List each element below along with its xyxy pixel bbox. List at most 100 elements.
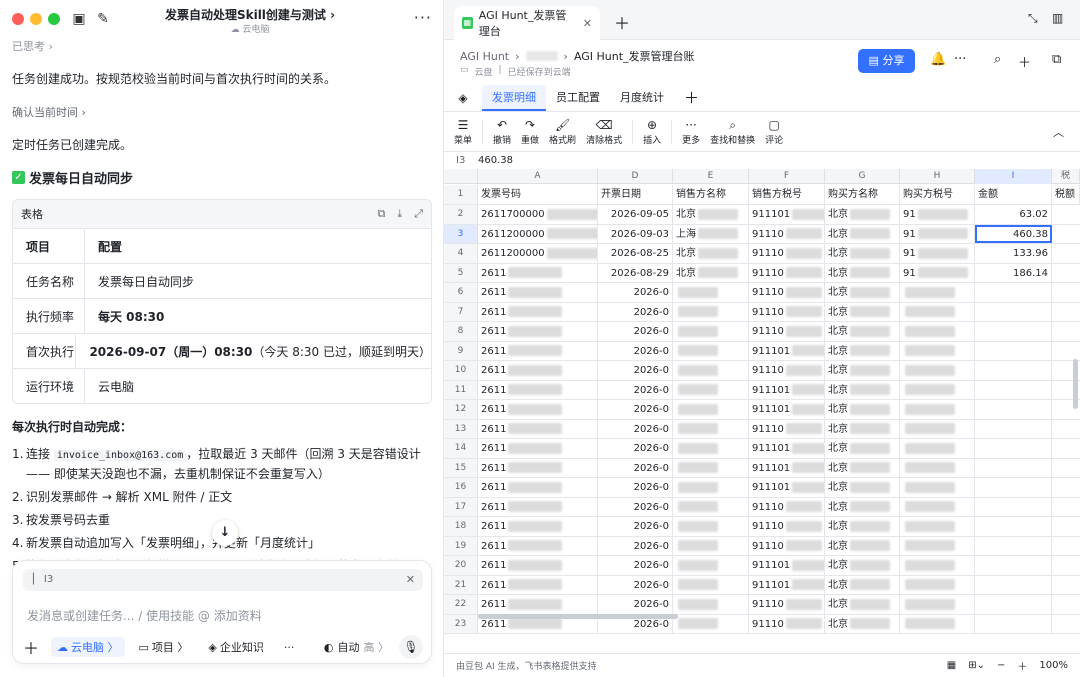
table-cell[interactable] [673,517,749,536]
table-cell[interactable] [900,439,975,458]
insert-button[interactable]: ⊕ 插入 [643,118,661,146]
zoom-window-button[interactable] [48,13,60,25]
table-cell[interactable]: 2026-0 [598,517,673,536]
table-cell[interactable]: 北京 [825,283,900,302]
column-header[interactable]: A [478,169,598,184]
table-cell[interactable] [673,458,749,477]
column-header[interactable]: G [825,169,900,184]
table-cell[interactable]: 91110 [749,283,825,302]
column-header[interactable]: E [673,169,749,184]
table-cell[interactable] [673,536,749,555]
table-cell[interactable]: 北京 [825,556,900,575]
table-cell[interactable]: 91110 [749,302,825,321]
row-number[interactable]: 11 [444,380,478,399]
row-number[interactable]: 18 [444,517,478,536]
table-cell[interactable] [975,575,1052,594]
table-cell[interactable]: 北京 [825,224,900,243]
redo-button[interactable]: ↷ 重做 [521,118,539,146]
table-cell[interactable] [975,556,1052,575]
table-cell[interactable]: 北京 [673,244,749,263]
row-number[interactable]: 14 [444,439,478,458]
table-cell[interactable]: 2026-0 [598,478,673,497]
header-cell[interactable]: 购买方税号 [900,185,975,204]
table-cell[interactable]: 北京 [825,517,900,536]
table-cell[interactable]: 北京 [825,497,900,516]
formula-input[interactable]: 460.38 [478,155,513,166]
bell-icon[interactable]: 🔔 [930,52,946,67]
minimize-panel-icon[interactable]: ⤡ [1028,11,1038,26]
message-input[interactable]: 发消息或创建任务... / 使用技能 @ 添加资料 [27,607,262,624]
table-cell[interactable]: 911101 [749,439,825,458]
table-cell[interactable]: 2026-0 [598,556,673,575]
table-cell[interactable] [975,614,1052,633]
row-number[interactable]: 8 [444,322,478,341]
table-cell[interactable]: 2611 [478,419,598,438]
table-cell[interactable]: 2026-0 [598,439,673,458]
table-cell[interactable] [900,400,975,419]
table-cell[interactable]: 北京 [825,361,900,380]
table-cell[interactable]: 2611 [478,458,598,477]
table-cell[interactable] [900,419,975,438]
table-cell[interactable] [975,361,1052,380]
row-number[interactable]: 23 [444,614,478,633]
cloud-pc-chip[interactable]: ☁ 云电脑 〉 [51,637,125,657]
table-cell[interactable]: 2026-0 [598,595,673,614]
table-cell[interactable]: 2026-08-29 [598,263,673,282]
table-cell[interactable]: 北京 [825,575,900,594]
table-cell[interactable]: 北京 [825,458,900,477]
table-cell[interactable]: 北京 [825,536,900,555]
row-number[interactable]: 2 [444,205,478,224]
table-cell[interactable]: 2611 [478,497,598,516]
row-number[interactable]: 3 [444,224,478,243]
table-cell[interactable] [673,614,749,633]
split-view-icon[interactable]: ▥ [1052,11,1063,25]
comment-button[interactable]: ▢ 评论 [765,118,783,146]
table-cell[interactable] [975,595,1052,614]
table-cell[interactable]: 186.14 [975,263,1052,282]
table-cell[interactable]: 91 [900,244,975,263]
table-cell[interactable]: 北京 [825,439,900,458]
table-cell[interactable] [900,497,975,516]
table-cell[interactable]: 北京 [825,322,900,341]
table-cell[interactable]: 2611 [478,575,598,594]
table-cell[interactable] [673,556,749,575]
table-cell[interactable]: 2611 [478,341,598,360]
table-cell[interactable]: 91110 [749,497,825,516]
table-cell[interactable] [900,458,975,477]
table-cell[interactable] [673,419,749,438]
table-cell[interactable]: 91110 [749,244,825,263]
vertical-scrollbar[interactable] [1073,359,1078,409]
table-cell[interactable]: 63.02 [975,205,1052,224]
table-cell[interactable]: 北京 [825,205,900,224]
add-icon[interactable]: ＋ [23,635,43,659]
row-number[interactable]: 15 [444,458,478,477]
table-cell[interactable] [900,322,975,341]
table-cell[interactable] [975,400,1052,419]
row-number[interactable]: 4 [444,244,478,263]
download-icon[interactable]: ⤓ [397,207,402,221]
table-cell[interactable]: 2026-0 [598,283,673,302]
search-icon[interactable]: ⌕ [994,52,1001,67]
chevron-up-icon[interactable]: ︿ [1053,124,1064,140]
column-header[interactable]: F [749,169,825,184]
table-cell[interactable] [673,400,749,419]
add-sheet-icon[interactable]: ＋ [674,85,709,111]
table-cell[interactable]: 91110 [749,322,825,341]
table-cell[interactable] [673,283,749,302]
table-cell[interactable] [900,283,975,302]
clear-format-button[interactable]: ⌫ 清除格式 [586,118,622,146]
table-cell[interactable]: 2026-0 [598,322,673,341]
table-cell[interactable] [975,341,1052,360]
row-number[interactable]: 13 [444,419,478,438]
table-cell[interactable]: 2026-0 [598,380,673,399]
table-cell[interactable]: 2611 [478,439,598,458]
grid-view-icon[interactable]: ▦ [947,660,956,671]
table-cell[interactable]: 91110 [749,614,825,633]
knowledge-chip[interactable]: ◈ 企业知识 [202,637,269,657]
header-cell[interactable]: 金额 [975,185,1052,204]
table-cell[interactable]: 91 [900,205,975,224]
more-tools-button[interactable]: ··· [278,637,301,657]
header-cell[interactable]: 发票号码 [478,185,598,204]
table-cell[interactable]: 2611 [478,322,598,341]
format-painter-button[interactable]: 🖌 格式刷 [549,118,576,146]
